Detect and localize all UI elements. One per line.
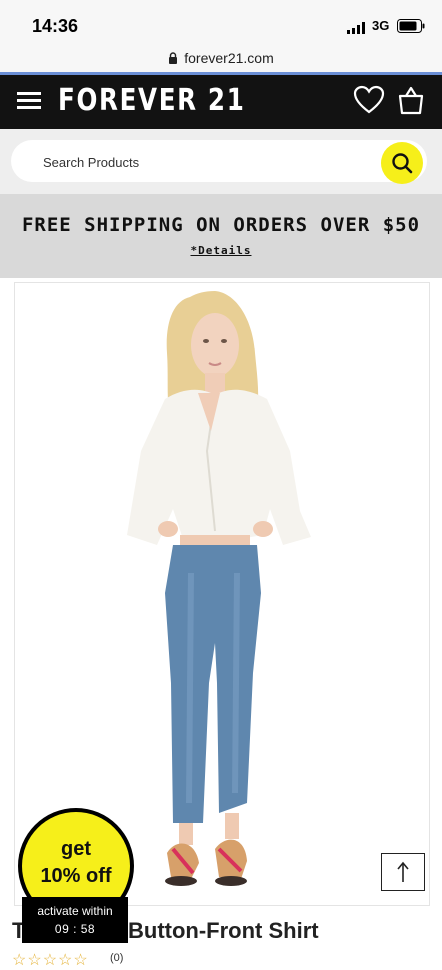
timer-label: activate within [37,904,113,918]
url-text: forever21.com [184,50,274,66]
site-header: FOREVER 21 [0,75,442,129]
search-bar [0,129,442,194]
battery-icon [397,19,425,33]
menu-icon[interactable] [17,90,41,110]
heart-icon[interactable] [353,85,385,115]
discount-timer[interactable]: activate within 09 : 58 [22,897,128,943]
rating-stars[interactable]: ☆☆☆☆☆ [12,950,89,969]
review-count[interactable]: (0) [110,952,123,964]
network-label: 3G [372,18,390,33]
scroll-to-top-button[interactable] [381,853,425,891]
timer-countdown: 09 : 58 [54,922,96,936]
discount-get-text: get [61,838,91,860]
site-logo[interactable]: FOREVER 21 [58,83,245,118]
product-title-rest: Button-Front Shirt [128,918,319,943]
discount-percent-text: 10% off [40,865,112,887]
promo-banner: FREE SHIPPING ON ORDERS OVER $50 *Detail… [0,194,442,278]
address-bar[interactable]: forever21.com [0,44,442,72]
arrow-up-icon [397,861,409,882]
search-button[interactable] [381,142,423,184]
search-icon [392,153,413,174]
status-time: 14:36 [32,16,79,36]
lock-icon [169,52,178,64]
shopping-bag-icon[interactable] [397,85,425,115]
search-input[interactable] [41,152,361,172]
signal-icon [347,22,365,34]
promo-title: FREE SHIPPING ON ORDERS OVER $50 [21,214,421,236]
search-field-container[interactable] [11,140,427,182]
status-bar: 14:36 3G [0,0,442,44]
promo-details-link[interactable]: *Details [0,244,442,257]
